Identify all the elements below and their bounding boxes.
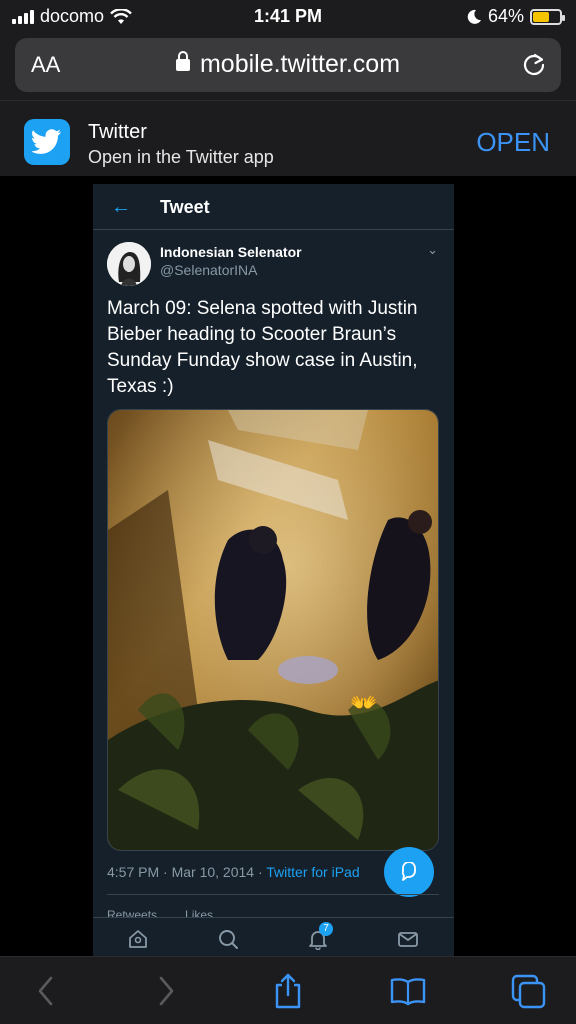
avatar[interactable] (107, 242, 151, 286)
browser-toolbar (0, 956, 576, 1024)
url-text: mobile.twitter.com (199, 50, 401, 78)
tabs-icon[interactable] (510, 973, 546, 1009)
svg-text:👐: 👐 (350, 691, 377, 716)
lock-icon (175, 51, 190, 71)
tweet-header-title: Tweet (160, 197, 210, 217)
search-icon[interactable] (217, 928, 239, 950)
twitter-tab-bar: 7 (93, 917, 454, 956)
tweet-header: ← Tweet (93, 184, 454, 230)
address-bar[interactable]: AA mobile.twitter.com (15, 38, 561, 92)
status-bar: docomo 1:41 PM 64% (0, 0, 576, 34)
compose-reply-button[interactable] (384, 847, 434, 897)
share-icon[interactable] (270, 973, 306, 1009)
open-app-button[interactable]: OPEN (476, 127, 550, 158)
back-chevron-icon[interactable] (28, 973, 64, 1009)
twitter-bird-icon (24, 119, 70, 165)
back-arrow-icon[interactable]: ← (111, 196, 131, 219)
app-banner-title: Twitter (88, 121, 147, 143)
bookmarks-icon[interactable] (390, 973, 426, 1009)
status-right: 64% (466, 6, 565, 27)
messages-icon[interactable] (397, 928, 419, 950)
tweet-text: March 09: Selena spotted with Justin Bie… (107, 298, 418, 397)
author-handle[interactable]: @SelenatorINA (160, 262, 257, 278)
author-name[interactable]: Indonesian Selenator (160, 244, 302, 260)
tweet-meta: 4:57 PM · Mar 10, 2014 · Twitter for iPa… (107, 864, 360, 880)
home-icon[interactable] (127, 928, 149, 950)
url-field[interactable]: mobile.twitter.com (15, 50, 561, 79)
address-bar-area: AA mobile.twitter.com (0, 34, 576, 100)
forward-chevron-icon[interactable] (148, 973, 184, 1009)
reply-bubble-icon (401, 862, 416, 881)
tweet-photo[interactable]: 👐 (107, 409, 439, 851)
notification-badge: 7 (319, 922, 333, 936)
battery-icon (530, 8, 565, 25)
divider (107, 894, 439, 895)
reload-icon[interactable] (521, 51, 547, 77)
battery-fill (533, 11, 550, 22)
moon-icon (467, 9, 481, 24)
tweet-timestamp: 4:57 PM · Mar 10, 2014 · (107, 864, 267, 880)
chevron-down-icon[interactable]: ⌄ (427, 242, 438, 258)
app-banner: Twitter Open in the Twitter app OPEN (0, 100, 576, 176)
tweet-screenshot: ← Tweet Indonesian Selenator @SelenatorI… (93, 184, 454, 956)
battery-percent: 64% (487, 6, 524, 26)
app-banner-subtitle: Open in the Twitter app (88, 147, 274, 167)
tweet-source-link[interactable]: Twitter for iPad (266, 864, 359, 880)
